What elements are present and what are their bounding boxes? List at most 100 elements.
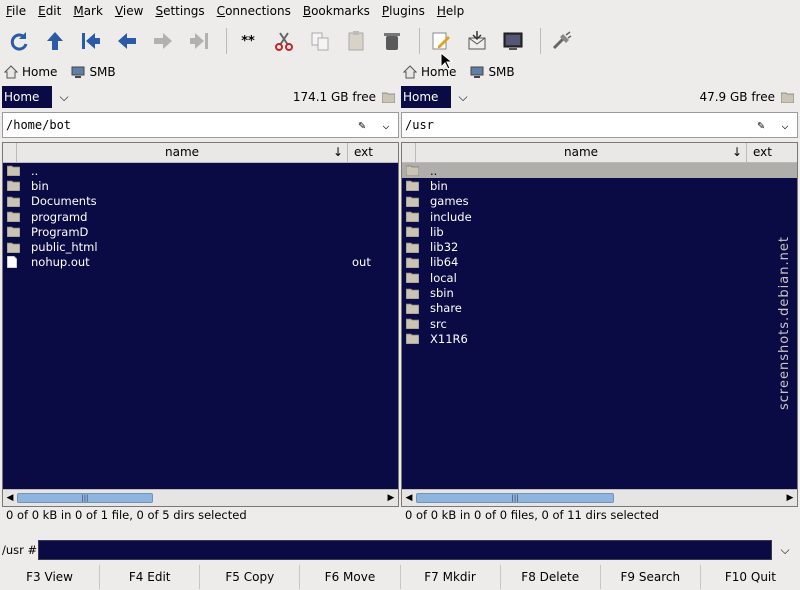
- file-row[interactable]: Documents: [3, 194, 398, 209]
- fkey-f7-button[interactable]: F7 Mkdir: [401, 565, 501, 589]
- edit-path-icon[interactable]: ✎: [749, 118, 773, 132]
- fkey-f3-button[interactable]: F3 View: [0, 565, 101, 589]
- file-row[interactable]: bin: [3, 178, 398, 193]
- horizontal-scrollbar[interactable]: ◀ ||| ▶: [3, 489, 398, 506]
- menu-bookmarks[interactable]: Bookmarks: [297, 4, 376, 18]
- fkey-f9-button[interactable]: F9 Search: [601, 565, 701, 589]
- file-row[interactable]: ..: [3, 163, 398, 178]
- file-row[interactable]: lib: [402, 224, 797, 239]
- chevron-down-icon[interactable]: ⌵: [451, 86, 475, 108]
- scroll-right-icon[interactable]: ▶: [384, 493, 398, 503]
- column-ext[interactable]: ext: [348, 143, 398, 162]
- folder-icon[interactable]: [382, 92, 395, 103]
- command-input[interactable]: [38, 540, 772, 560]
- last-button[interactable]: [184, 26, 214, 56]
- file-name: nohup.out: [31, 255, 90, 270]
- file-row[interactable]: games: [402, 194, 797, 209]
- file-row[interactable]: lib32: [402, 239, 797, 254]
- folder-icon[interactable]: [781, 92, 794, 103]
- file-row[interactable]: sbin: [402, 285, 797, 300]
- scroll-left-icon[interactable]: ◀: [3, 493, 17, 503]
- terminal-button[interactable]: [498, 26, 528, 56]
- fkey-f5-button[interactable]: F5 Copy: [200, 565, 301, 589]
- bookmark-label: Home: [22, 65, 58, 79]
- fkey-f10-button[interactable]: F10 Quit: [701, 565, 800, 589]
- chevron-down-icon[interactable]: ⌵: [773, 118, 797, 132]
- file-list[interactable]: .. bin games include lib lib32 lib64 local sbin s…: [402, 163, 797, 489]
- menu-mark[interactable]: Mark: [67, 4, 109, 18]
- file-row[interactable]: ..: [402, 163, 797, 179]
- menu-view[interactable]: View: [109, 4, 149, 18]
- menu-connections[interactable]: Connections: [211, 4, 297, 18]
- file-icon: [7, 256, 23, 269]
- column-header: name ↓ ext: [3, 143, 398, 163]
- folder-icon: [406, 165, 422, 177]
- folder-icon: [406, 272, 422, 284]
- back-button[interactable]: [112, 26, 142, 56]
- bookmark-smb[interactable]: SMB: [71, 65, 116, 79]
- drive-select[interactable]: Home: [2, 86, 52, 108]
- scroll-right-icon[interactable]: ▶: [783, 493, 797, 503]
- cut-icon: [275, 32, 293, 51]
- menu-plugins[interactable]: Plugins: [376, 4, 431, 18]
- connect-button[interactable]: [547, 26, 577, 56]
- scroll-thumb[interactable]: |||: [416, 493, 615, 503]
- refresh-button[interactable]: [4, 26, 34, 56]
- forward-button[interactable]: [148, 26, 178, 56]
- select-wildcard-button[interactable]: **: [233, 26, 263, 56]
- copy-button[interactable]: [305, 26, 335, 56]
- chevron-down-icon[interactable]: ⌵: [374, 118, 398, 132]
- column-name[interactable]: name ↓: [416, 143, 747, 162]
- file-row[interactable]: ProgramD: [3, 224, 398, 239]
- scroll-left-icon[interactable]: ◀: [402, 493, 416, 503]
- fkey-f8-button[interactable]: F8 Delete: [501, 565, 601, 589]
- file-row[interactable]: public_html: [3, 239, 398, 254]
- folder-icon: [406, 241, 422, 253]
- file-row[interactable]: nohup.out out: [3, 255, 398, 270]
- fkey-f6-button[interactable]: F6 Move: [300, 565, 401, 589]
- chevron-down-icon[interactable]: ⌵: [772, 543, 798, 558]
- chevron-down-icon[interactable]: ⌵: [52, 86, 76, 108]
- folder-icon: [7, 195, 23, 207]
- file-name: X11R6: [430, 331, 468, 346]
- fkey-f4-button[interactable]: F4 Edit: [100, 565, 201, 589]
- file-name: bin: [430, 178, 448, 193]
- menu-help[interactable]: Help: [431, 4, 470, 18]
- file-row[interactable]: lib64: [402, 255, 797, 270]
- drive-row: Home ⌵ 174.1 GB free: [2, 84, 399, 110]
- file-list-panel: name ↓ ext.. bin Documents programd ProgramD pu…: [2, 142, 399, 507]
- first-button[interactable]: [76, 26, 106, 56]
- bookmark-label: SMB: [488, 65, 515, 79]
- delete-button[interactable]: [377, 26, 407, 56]
- file-row[interactable]: share: [402, 301, 797, 316]
- paste-button[interactable]: [341, 26, 371, 56]
- cut-button[interactable]: [269, 26, 299, 56]
- menu-settings[interactable]: Settings: [149, 4, 210, 18]
- folder-icon: [406, 211, 422, 223]
- mail-button[interactable]: [462, 26, 492, 56]
- path-field[interactable]: /home/bot ✎ ⌵: [2, 112, 399, 138]
- bookmark-smb[interactable]: SMB: [470, 65, 515, 79]
- function-key-bar: F3 View F4 Edit F5 Copy F6 Move F7 Mkdir F8 D…: [0, 565, 800, 589]
- column-header: name ↓ ext: [402, 143, 797, 163]
- edit-path-icon[interactable]: ✎: [350, 118, 374, 132]
- bookmark-home[interactable]: Home: [4, 65, 57, 79]
- horizontal-scrollbar[interactable]: ◀ ||| ▶: [402, 489, 797, 506]
- up-button[interactable]: [40, 26, 70, 56]
- scroll-thumb[interactable]: |||: [17, 493, 153, 503]
- file-row[interactable]: local: [402, 270, 797, 285]
- menu-file[interactable]: File: [0, 4, 32, 18]
- file-row[interactable]: X11R6: [402, 331, 797, 346]
- column-name[interactable]: name ↓: [17, 143, 348, 162]
- file-row[interactable]: bin: [402, 178, 797, 193]
- file-name: bin: [31, 178, 49, 193]
- right-panel: Home SMB Home ⌵ 47.9 GB free/usr ✎ ⌵ name ↓ ext..…: [401, 60, 798, 536]
- file-row[interactable]: include: [402, 209, 797, 224]
- path-field[interactable]: /usr ✎ ⌵: [401, 112, 798, 138]
- menu-edit[interactable]: Edit: [32, 4, 67, 18]
- column-ext[interactable]: ext: [747, 143, 797, 162]
- file-row[interactable]: src: [402, 316, 797, 331]
- drive-select[interactable]: Home: [401, 86, 451, 108]
- file-row[interactable]: programd: [3, 209, 398, 224]
- file-list[interactable]: .. bin Documents programd ProgramD public_htm…: [3, 163, 398, 489]
